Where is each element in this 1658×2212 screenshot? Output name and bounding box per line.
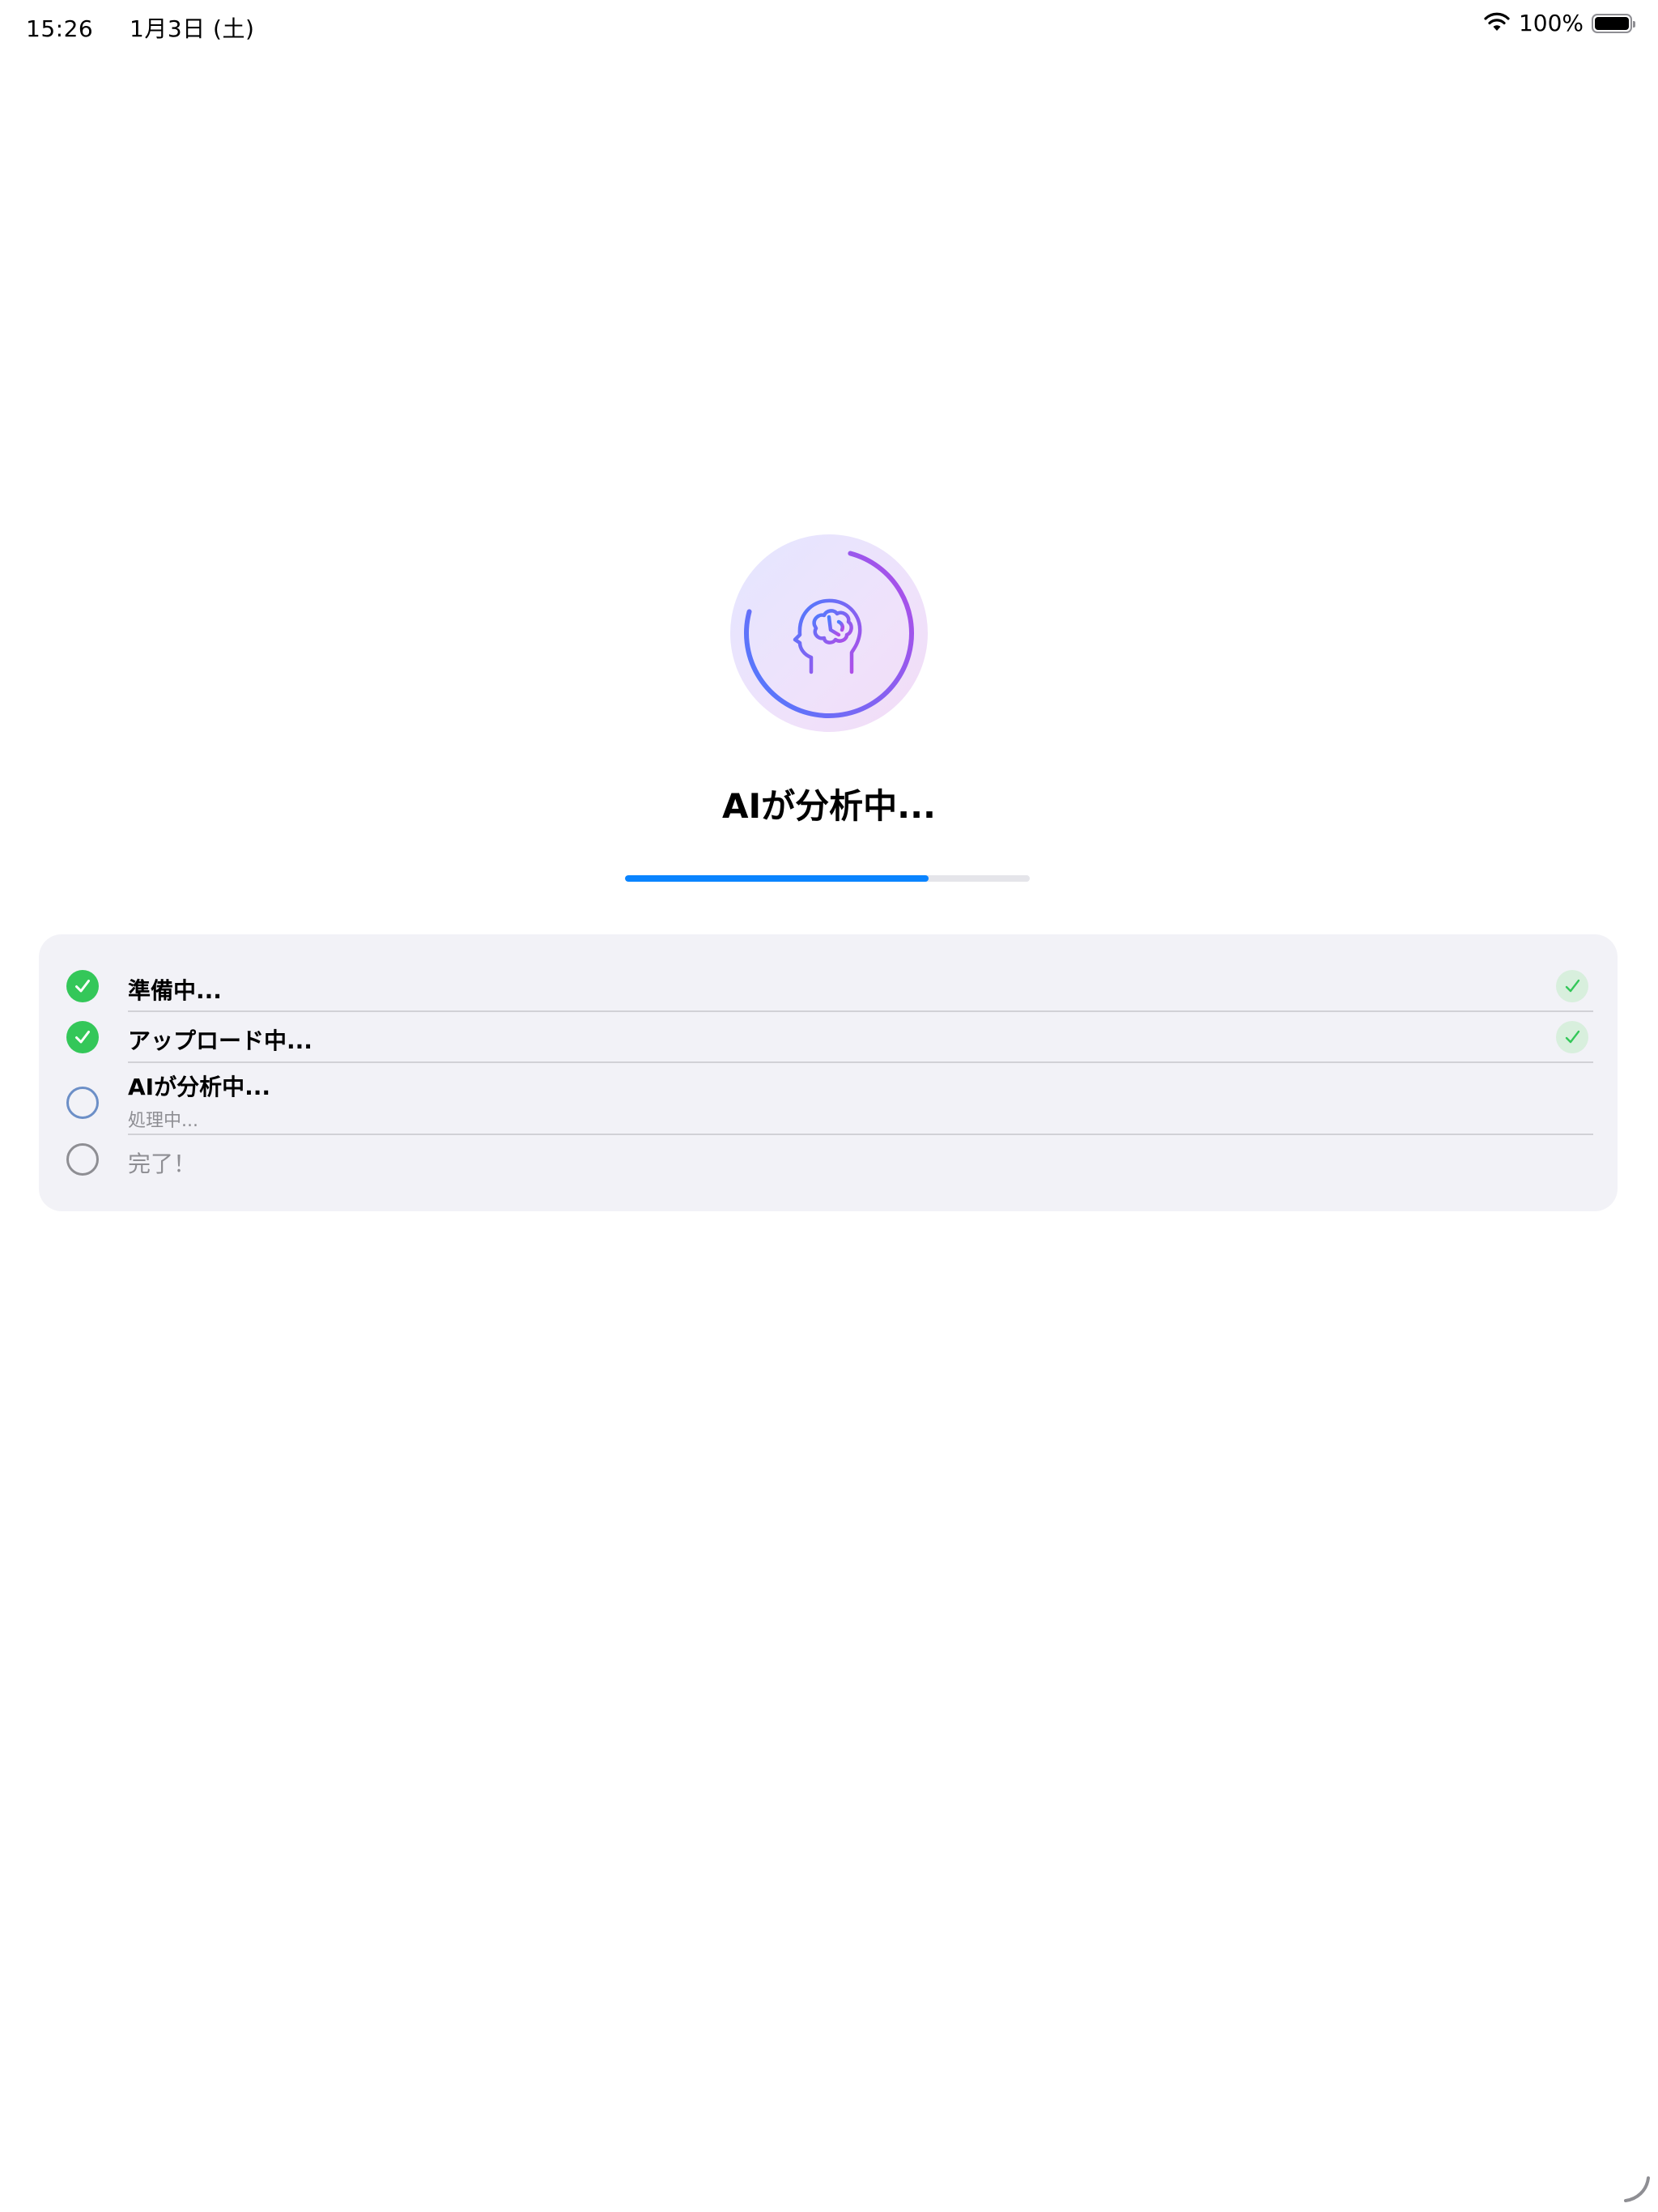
step-subtitle: 処理中...	[128, 1111, 198, 1131]
status-right: 100%	[1483, 10, 1637, 36]
status-date: 1月3日 (土)	[130, 15, 255, 42]
status-clock: 15:26	[26, 15, 94, 42]
status-bar: 15:26 1月3日 (土) 100%	[0, 0, 1658, 52]
divider	[128, 1134, 1593, 1135]
step-label: 準備中...	[128, 977, 222, 1004]
step-label: 完了！	[128, 1151, 197, 1177]
step-active-icon	[66, 1087, 99, 1119]
step-label: アップロード中...	[128, 1027, 312, 1054]
battery-percent: 100%	[1518, 10, 1584, 36]
status-time: 15:26 1月3日 (土)	[26, 11, 254, 44]
step-done-icon	[66, 1021, 99, 1053]
step-complete-check-icon	[1556, 970, 1588, 1002]
divider	[128, 1010, 1593, 1012]
battery-icon	[1592, 13, 1635, 33]
progress-bar-fill	[625, 875, 929, 882]
step-complete-check-icon	[1556, 1021, 1588, 1053]
analysis-hero	[730, 534, 928, 732]
step-done-icon	[66, 970, 99, 1002]
battery-fill	[1595, 16, 1629, 30]
steps-card: 準備中... アップロード中... AIが分析中... 処理中... 完了！	[39, 934, 1618, 1211]
page-title: AIが分析中...	[722, 786, 936, 826]
battery-cap	[1633, 20, 1635, 28]
step-label: AIが分析中...	[128, 1074, 270, 1100]
step-pending-icon	[66, 1143, 99, 1176]
brain-head-icon	[793, 598, 862, 674]
resize-handle-icon[interactable]	[1622, 2175, 1652, 2204]
progress-bar	[625, 875, 1030, 882]
divider	[128, 1061, 1593, 1063]
wifi-icon	[1483, 11, 1511, 36]
